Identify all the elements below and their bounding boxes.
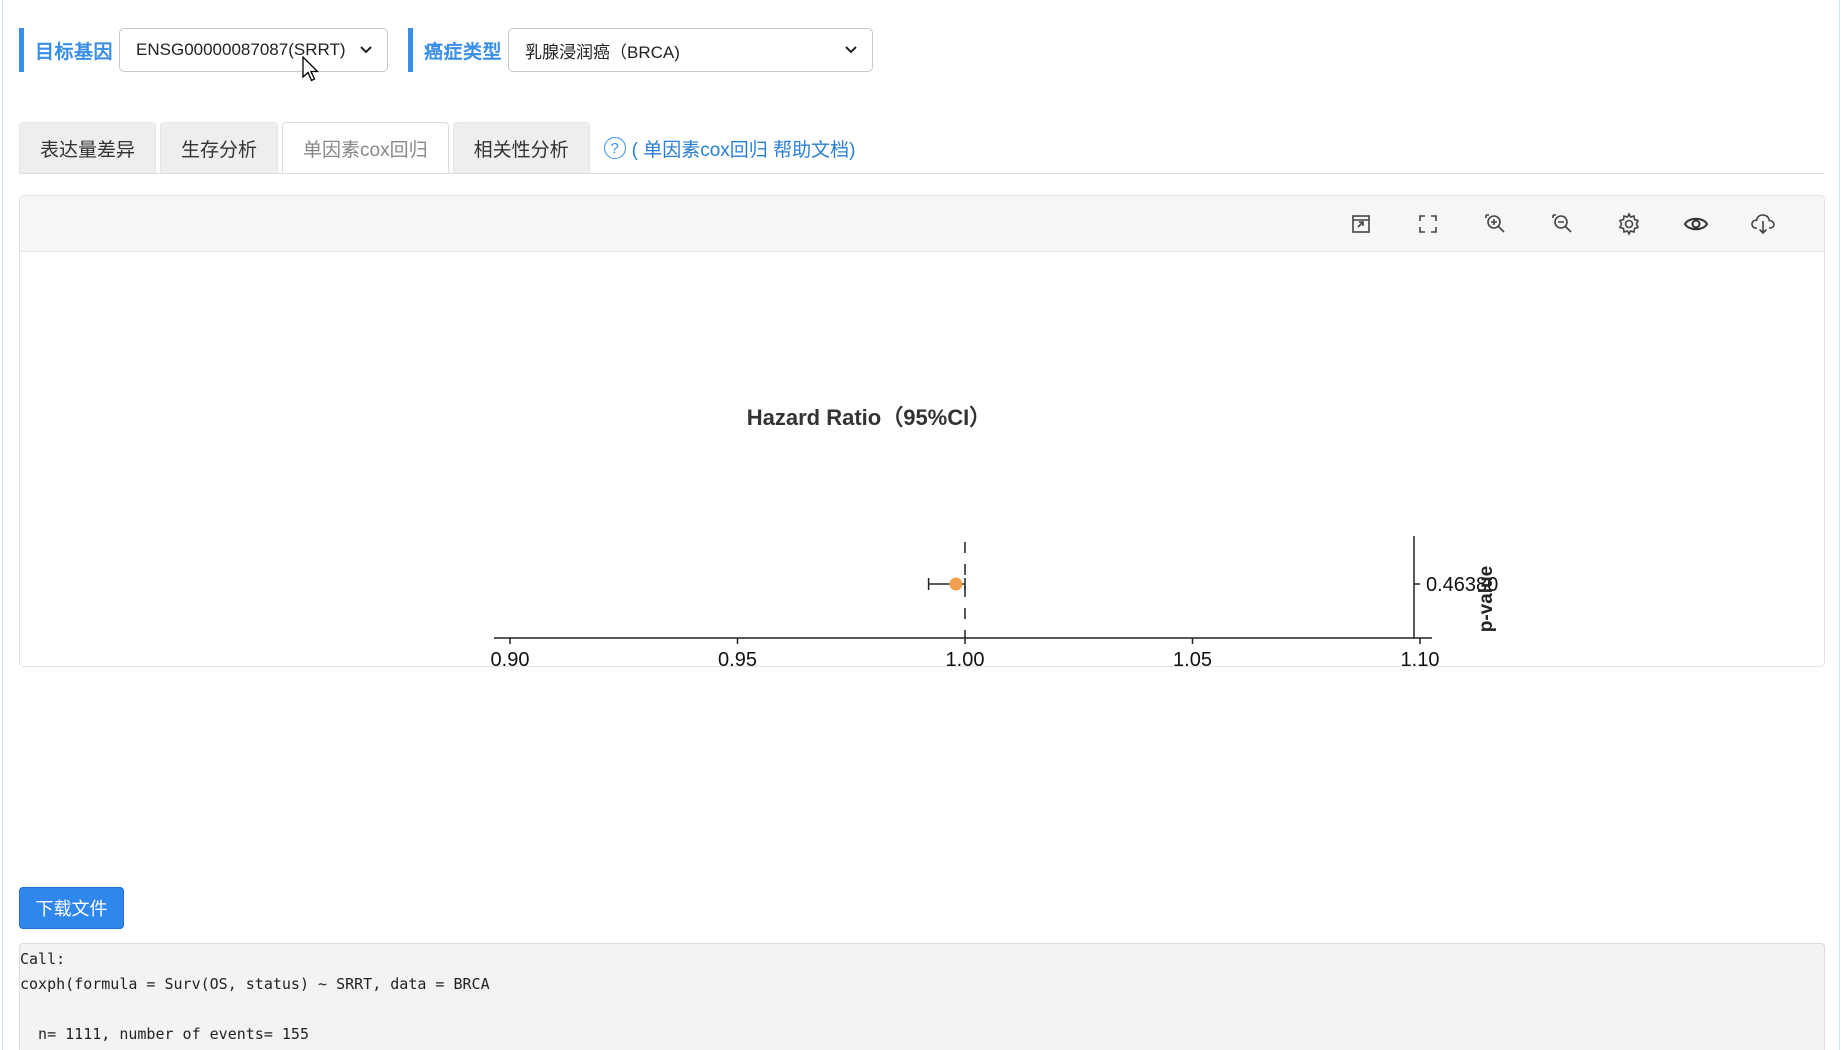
tab-survival[interactable]: 生存分析 bbox=[160, 122, 279, 174]
tabs-divider bbox=[19, 173, 1824, 174]
analysis-tabs: 表达量差异 生存分析 单因素cox回归 相关性分析 ? ( 单因素cox回归 帮… bbox=[19, 122, 855, 174]
gene-label: 目标基因 bbox=[35, 41, 114, 63]
forest-plot: Hazard Ratio（95%CI） 0.90 0.95 1.00 1.05 1.10… bbox=[491, 405, 1499, 667]
chart-panel: Hazard Ratio（95%CI） 0.90 0.95 1.00 1.05 1.10… bbox=[19, 195, 1825, 667]
x-tick-label: 1.05 bbox=[1173, 649, 1212, 667]
hazard-ratio-point bbox=[949, 577, 963, 591]
x-tick-label: 1.10 bbox=[1401, 649, 1440, 667]
output-line: coxph(formula = Surv(OS, status) ~ SRRT,… bbox=[20, 975, 490, 993]
cancer-select-value: 乳腺浸润癌（BRCA) bbox=[525, 42, 680, 62]
p-value-axis-label: p-value bbox=[1476, 566, 1497, 633]
help-link-text: ( 单因素cox回归 帮助文档) bbox=[631, 139, 856, 161]
x-tick-label: 0.90 bbox=[491, 649, 530, 667]
output-line: n= 1111, number of events= 155 bbox=[20, 1025, 309, 1043]
help-link[interactable]: ? ( 单因素cox回归 帮助文档) bbox=[603, 122, 856, 174]
gene-selector-group: 目标基因 ENSG00000087087(SRRT) bbox=[19, 28, 389, 72]
chevron-down-icon bbox=[844, 42, 858, 58]
cancer-label: 癌症类型 bbox=[424, 41, 503, 63]
download-file-button[interactable]: 下载文件 bbox=[19, 887, 124, 929]
accent-bar bbox=[19, 28, 24, 72]
cox-output: Call: coxph(formula = Surv(OS, status) ~… bbox=[19, 943, 1825, 1050]
cancer-select[interactable]: 乳腺浸润癌（BRCA) bbox=[508, 28, 874, 72]
output-line: Call: bbox=[20, 950, 66, 968]
tab-expression-diff[interactable]: 表达量差异 bbox=[19, 122, 157, 174]
chart-title: Hazard Ratio（95%CI） bbox=[747, 405, 992, 430]
tab-correlation[interactable]: 相关性分析 bbox=[452, 122, 590, 174]
accent-bar bbox=[408, 28, 413, 72]
mouse-cursor-icon bbox=[302, 56, 320, 82]
tab-univariate-cox[interactable]: 单因素cox回归 bbox=[282, 122, 449, 174]
help-icon: ? bbox=[603, 137, 626, 159]
gene-select[interactable]: ENSG00000087087(SRRT) bbox=[119, 28, 389, 72]
x-tick-label: 1.00 bbox=[946, 649, 985, 667]
cancer-selector-group: 癌症类型 乳腺浸润癌（BRCA) bbox=[408, 28, 874, 72]
chevron-down-icon bbox=[359, 42, 373, 58]
x-tick-label: 0.95 bbox=[718, 649, 757, 667]
